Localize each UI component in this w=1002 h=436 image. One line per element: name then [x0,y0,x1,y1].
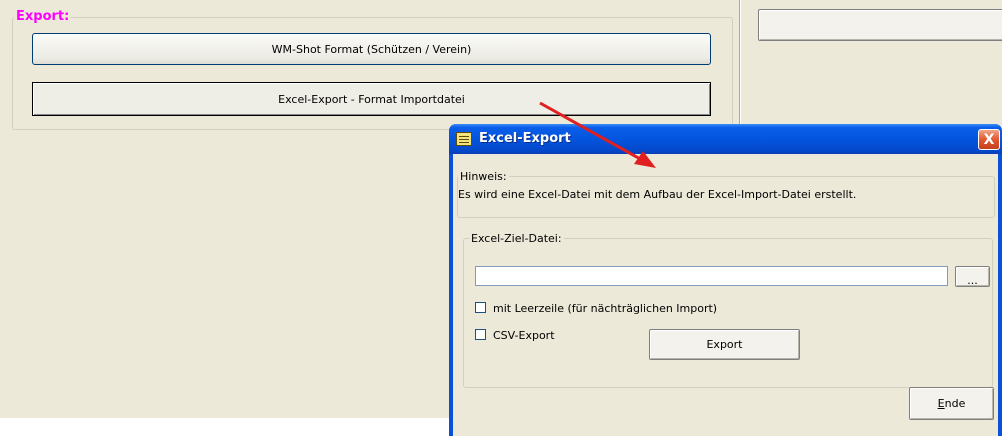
target-file-input[interactable] [475,266,948,286]
blank-line-label[interactable]: mit Leerzeile (für nächträglichen Import… [493,302,717,315]
end-button[interactable]: Ende [909,387,994,420]
wm-shot-format-button[interactable]: WM-Shot Format (Schützen / Verein) [32,33,711,65]
list-window-icon [456,132,472,146]
browse-button[interactable]: ... [955,266,990,287]
dialog-titlebar[interactable]: Excel-Export X [449,124,1002,154]
dialog-body: Hinweis: Es wird eine Excel-Datei mit de… [453,154,998,436]
csv-export-label[interactable]: CSV-Export [493,329,555,342]
close-button[interactable]: X [978,129,1000,150]
export-button[interactable]: Export [649,329,800,360]
excel-export-dialog: Excel-Export X Hinweis: Es wird eine Exc… [449,124,1002,436]
hint-text: Es wird eine Excel-Datei mit dem Aufbau … [458,188,857,201]
export-group-legend: Export: [14,9,72,24]
target-file-legend: Excel-Ziel-Datei: [469,232,564,245]
end-button-accelerator: E [937,397,945,410]
blank-line-checkbox[interactable] [475,302,486,313]
csv-export-checkbox[interactable] [475,329,486,340]
excel-export-format-button[interactable]: Excel-Export - Format Importdatei [32,82,711,116]
dialog-title: Excel-Export [479,131,571,146]
end-button-label: nde [944,397,966,410]
screenshot-stage: Export: WM-Shot Format (Schützen / Verei… [0,0,1002,436]
panel-separator [739,0,741,140]
close-icon: X [983,131,995,148]
ellipsis-icon: ... [967,274,978,287]
hint-legend: Hinweis: [458,170,509,183]
right-panel-button[interactable] [758,9,1002,41]
